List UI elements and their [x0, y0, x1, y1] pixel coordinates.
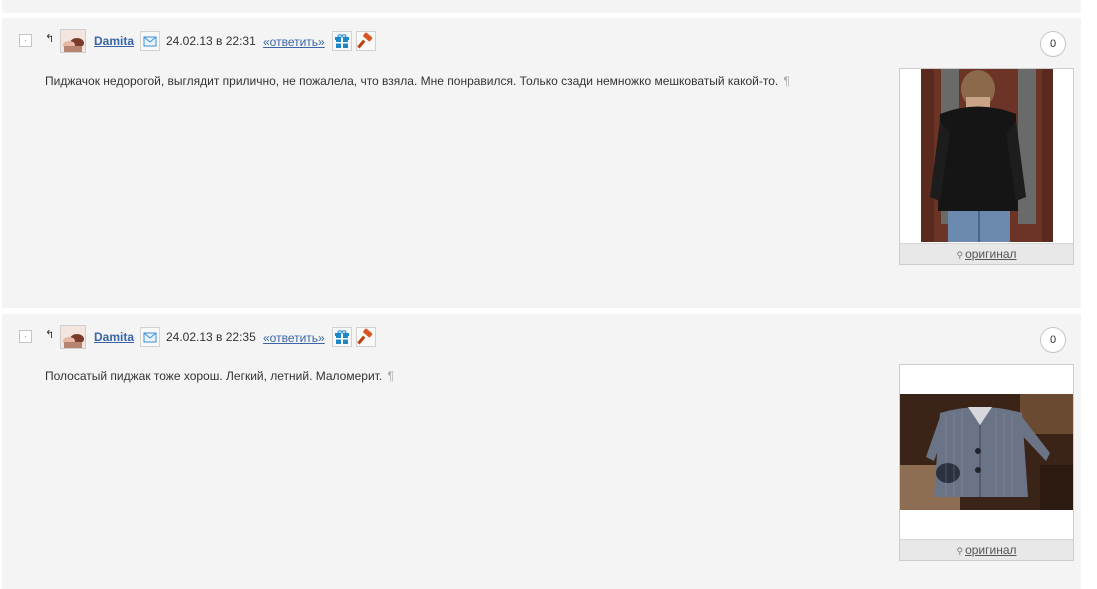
magnifier-icon: ⚲ — [956, 250, 964, 260]
original-image-link[interactable]: оригинал — [965, 247, 1016, 261]
magnifier-icon: ⚲ — [956, 546, 964, 556]
username-link[interactable]: Damita — [94, 330, 134, 344]
collapse-toggle-icon[interactable]: · — [19, 330, 32, 343]
username-link[interactable]: Damita — [94, 34, 134, 48]
reply-link[interactable]: «ответить» — [263, 35, 325, 49]
original-image-bar: ⚲ оригинал — [900, 539, 1073, 560]
avatar[interactable] — [60, 325, 86, 349]
permalink-pilcrow[interactable]: ¶ — [388, 369, 394, 383]
comment-datetime: 24.02.13 в 22:31 — [166, 34, 256, 48]
collapse-toggle-icon[interactable]: · — [19, 34, 32, 47]
gift-icon[interactable] — [332, 31, 352, 51]
parent-comment-arrow-icon[interactable]: ↰ — [45, 32, 54, 45]
attached-photo: ⚲ оригинал — [899, 364, 1074, 561]
original-image-bar: ⚲ оригинал — [900, 243, 1073, 264]
comment-header: · ↰ Damita 24.02.13 в 22:31 «ответить» 0 — [2, 18, 1081, 58]
previous-comment-panel — [2, 0, 1081, 13]
comment-body: Полосатый пиджак тоже хорош. Легкий, лет… — [45, 369, 383, 383]
envelope-icon[interactable] — [140, 31, 160, 51]
avatar[interactable] — [60, 29, 86, 53]
photo-thumbnail[interactable] — [900, 69, 1073, 242]
parent-comment-arrow-icon[interactable]: ↰ — [45, 328, 54, 341]
comment-text: Полосатый пиджак тоже хорош. Легкий, лет… — [45, 369, 394, 383]
gift-icon[interactable] — [332, 327, 352, 347]
original-image-link[interactable]: оригинал — [965, 543, 1016, 557]
comment-datetime: 24.02.13 в 22:35 — [166, 330, 256, 344]
rating-counter[interactable]: 0 — [1040, 327, 1066, 353]
comment: · ↰ Damita 24.02.13 в 22:31 «ответить» 0… — [2, 18, 1081, 308]
gavel-icon[interactable] — [356, 31, 376, 51]
gavel-icon[interactable] — [356, 327, 376, 347]
comment-header: · ↰ Damita 24.02.13 в 22:35 «ответить» 0 — [2, 314, 1081, 354]
comment-body: Пиджачок недорогой, выглядит прилично, н… — [45, 74, 779, 88]
photo-thumbnail[interactable] — [900, 365, 1073, 538]
attached-photo: ⚲ оригинал — [899, 68, 1074, 265]
envelope-icon[interactable] — [140, 327, 160, 347]
permalink-pilcrow[interactable]: ¶ — [784, 74, 790, 88]
comment: · ↰ Damita 24.02.13 в 22:35 «ответить» 0… — [2, 314, 1081, 589]
rating-counter[interactable]: 0 — [1040, 31, 1066, 57]
comment-text: Пиджачок недорогой, выглядит прилично, н… — [45, 74, 790, 88]
reply-link[interactable]: «ответить» — [263, 331, 325, 345]
